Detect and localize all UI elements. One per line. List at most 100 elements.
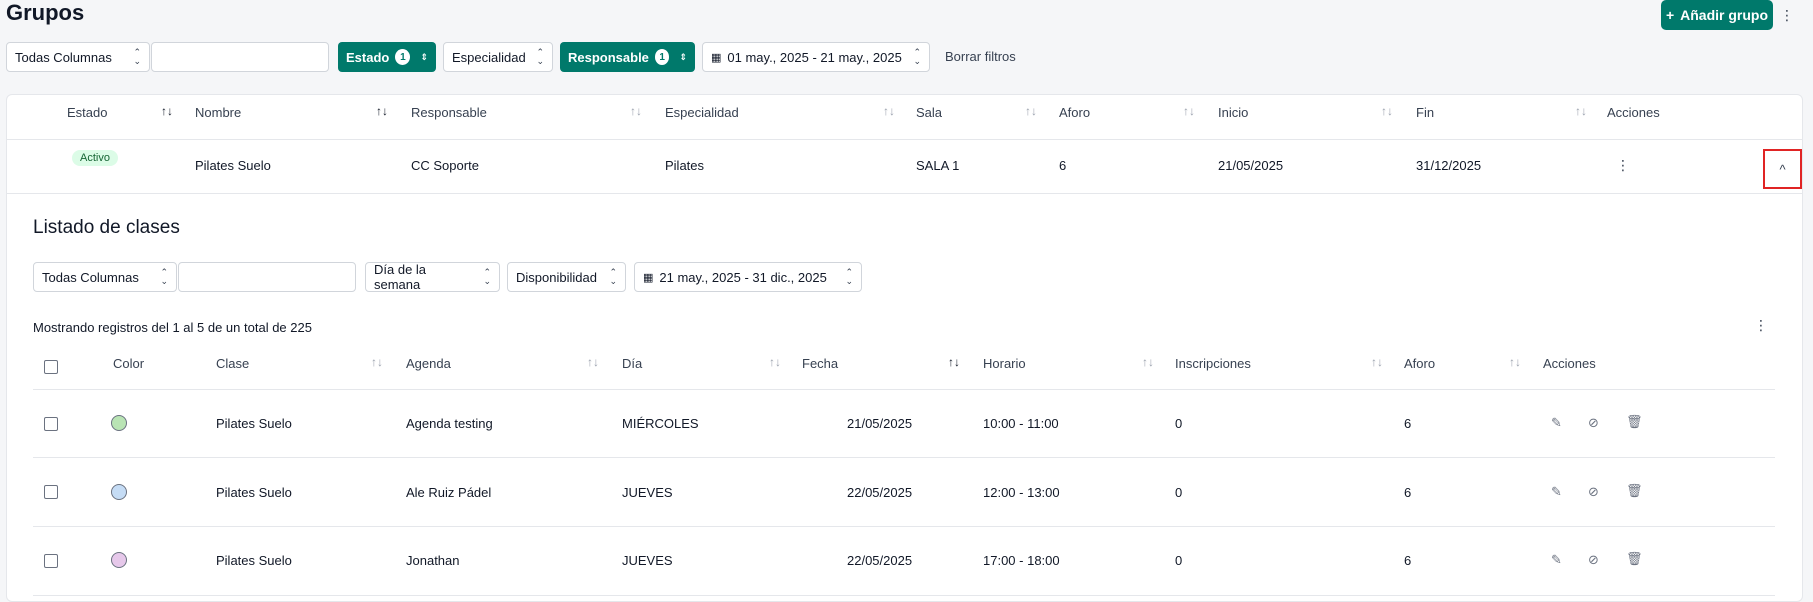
classes-search-input[interactable] bbox=[178, 262, 356, 292]
col-fin[interactable]: Fin bbox=[1416, 105, 1434, 120]
sort-icon[interactable]: ↑↓ bbox=[1183, 104, 1195, 118]
class-inscripciones: 0 bbox=[1175, 416, 1183, 431]
delete-icon[interactable]: 🗑 bbox=[1626, 414, 1643, 430]
weekday-filter[interactable]: Día de la semana ⌃ ⌄ bbox=[365, 262, 500, 292]
class-color-swatch bbox=[111, 484, 127, 500]
more-options-icon[interactable]: ⋮ bbox=[1779, 5, 1795, 25]
divider bbox=[7, 139, 1802, 140]
status-badge: Activo bbox=[72, 150, 118, 166]
especialidad-filter[interactable]: Especialidad ⌃ ⌄ bbox=[443, 42, 553, 72]
class-aforo: 6 bbox=[1404, 416, 1412, 431]
sort-icon[interactable]: ↑↓ bbox=[1371, 355, 1383, 369]
sort-icon[interactable]: ↑↓ bbox=[1509, 355, 1521, 369]
group-inicio: 21/05/2025 bbox=[1218, 158, 1284, 173]
search-input[interactable] bbox=[151, 42, 329, 72]
chevron-updown-icon: ⇕ bbox=[679, 51, 687, 62]
divider bbox=[33, 457, 1775, 458]
col-inicio[interactable]: Inicio bbox=[1218, 105, 1248, 120]
col-aforo[interactable]: Aforo bbox=[1059, 105, 1090, 120]
columns-select[interactable]: Todas Columnas ⌃ ⌄ bbox=[6, 42, 150, 72]
sort-icon[interactable]: ↑↓ bbox=[883, 104, 895, 118]
class-agenda: Agenda testing bbox=[406, 416, 493, 431]
class-aforo: 6 bbox=[1404, 553, 1412, 568]
sort-asc-icon[interactable]: ↑↓ bbox=[948, 355, 960, 369]
col-agenda[interactable]: Agenda bbox=[406, 356, 451, 371]
sort-asc-icon[interactable]: ↑↓ bbox=[376, 104, 388, 118]
sort-icon[interactable]: ↑↓ bbox=[1575, 104, 1587, 118]
availability-filter[interactable]: Disponibilidad ⌃ ⌄ bbox=[507, 262, 626, 292]
add-group-label: Añadir grupo bbox=[1680, 7, 1769, 23]
col-dia[interactable]: Día bbox=[622, 356, 642, 371]
classes-more-icon[interactable]: ⋮ bbox=[1753, 315, 1769, 335]
col-clase[interactable]: Clase bbox=[216, 356, 249, 371]
calendar-icon: ▦ bbox=[643, 271, 654, 284]
cancel-icon[interactable]: ⊘ bbox=[1588, 415, 1599, 431]
classes-columns-select-label: Todas Columnas bbox=[42, 269, 139, 285]
col-responsable[interactable]: Responsable bbox=[411, 105, 487, 120]
responsable-filter-label: Responsable bbox=[568, 49, 649, 65]
sort-icon[interactable]: ↑↓ bbox=[1025, 104, 1037, 118]
edit-icon[interactable]: ✎ bbox=[1551, 415, 1562, 431]
col-horario[interactable]: Horario bbox=[983, 356, 1026, 371]
row-actions-icon[interactable]: ⋮ bbox=[1615, 155, 1631, 175]
class-agenda: Ale Ruiz Pádel bbox=[406, 485, 492, 500]
classes-columns-select[interactable]: Todas Columnas ⌃ ⌄ bbox=[33, 262, 177, 292]
col-acciones: Acciones bbox=[1607, 105, 1660, 120]
divider bbox=[7, 193, 1802, 194]
class-agenda: Jonathan bbox=[406, 553, 460, 568]
class-name: Pilates Suelo bbox=[216, 553, 292, 568]
class-aforo: 6 bbox=[1404, 485, 1412, 500]
chevron-up-icon: ^ bbox=[1779, 161, 1786, 177]
sort-icon[interactable]: ↑↓ bbox=[587, 355, 599, 369]
classes-date-range-label: 21 may., 2025 - 31 dic., 2025 bbox=[659, 269, 827, 285]
col-sala[interactable]: Sala bbox=[916, 105, 942, 120]
chevron-updown-icon: ⌃ ⌄ bbox=[536, 47, 544, 66]
divider bbox=[33, 389, 1775, 390]
col-aforo-clase[interactable]: Aforo bbox=[1404, 356, 1435, 371]
row-checkbox[interactable] bbox=[44, 554, 58, 568]
edit-icon[interactable]: ✎ bbox=[1551, 484, 1562, 500]
estado-filter-label: Estado bbox=[346, 49, 390, 65]
date-range-filter[interactable]: ▦ 01 may., 2025 - 21 may., 2025 ⌃ ⌄ bbox=[702, 42, 930, 72]
class-dia: JUEVES bbox=[622, 553, 673, 568]
classes-date-range-filter[interactable]: ▦ 21 may., 2025 - 31 dic., 2025 ⌃ ⌄ bbox=[634, 262, 862, 292]
col-nombre[interactable]: Nombre bbox=[195, 105, 241, 120]
group-aforo: 6 bbox=[1059, 158, 1067, 173]
delete-icon[interactable]: 🗑 bbox=[1626, 551, 1643, 567]
plus-icon: + bbox=[1665, 7, 1675, 23]
col-inscripciones[interactable]: Inscripciones bbox=[1175, 356, 1251, 371]
divider bbox=[33, 595, 1775, 596]
row-checkbox[interactable] bbox=[44, 417, 58, 431]
sort-icon[interactable]: ↑↓ bbox=[1381, 104, 1393, 118]
group-responsable: CC Soporte bbox=[411, 158, 479, 173]
groups-table-card: Estado ↑↓ Nombre ↑↓ Responsable ↑↓ Espec… bbox=[6, 94, 1803, 602]
add-group-button[interactable]: + Añadir grupo bbox=[1661, 0, 1773, 30]
clear-filters-link[interactable]: Borrar filtros bbox=[945, 49, 1016, 64]
columns-select-label: Todas Columnas bbox=[15, 49, 112, 65]
chevron-updown-icon: ⇕ bbox=[420, 51, 428, 62]
cancel-icon[interactable]: ⊘ bbox=[1588, 552, 1599, 568]
sort-asc-icon[interactable]: ↑↓ bbox=[161, 104, 173, 118]
calendar-icon: ▦ bbox=[711, 51, 722, 64]
chevron-updown-icon: ⌃ ⌄ bbox=[160, 267, 168, 286]
cancel-icon[interactable]: ⊘ bbox=[1588, 484, 1599, 500]
class-color-swatch bbox=[111, 552, 127, 568]
class-color-swatch bbox=[111, 415, 127, 431]
collapse-row-button[interactable]: ^ bbox=[1763, 149, 1802, 189]
estado-filter[interactable]: Estado 1 ⇕ bbox=[338, 42, 436, 72]
delete-icon[interactable]: 🗑 bbox=[1626, 483, 1643, 499]
edit-icon[interactable]: ✎ bbox=[1551, 552, 1562, 568]
class-horario: 17:00 - 18:00 bbox=[983, 553, 1060, 568]
sort-icon[interactable]: ↑↓ bbox=[1142, 355, 1154, 369]
row-checkbox[interactable] bbox=[44, 485, 58, 499]
col-especialidad[interactable]: Especialidad bbox=[665, 105, 739, 120]
sort-icon[interactable]: ↑↓ bbox=[371, 355, 383, 369]
col-fecha[interactable]: Fecha bbox=[802, 356, 838, 371]
sort-icon[interactable]: ↑↓ bbox=[630, 104, 642, 118]
select-all-checkbox[interactable] bbox=[44, 360, 58, 374]
class-name: Pilates Suelo bbox=[216, 485, 292, 500]
col-estado[interactable]: Estado bbox=[67, 105, 107, 120]
date-range-label: 01 may., 2025 - 21 may., 2025 bbox=[727, 49, 902, 65]
responsable-filter[interactable]: Responsable 1 ⇕ bbox=[560, 42, 695, 72]
sort-icon[interactable]: ↑↓ bbox=[769, 355, 781, 369]
